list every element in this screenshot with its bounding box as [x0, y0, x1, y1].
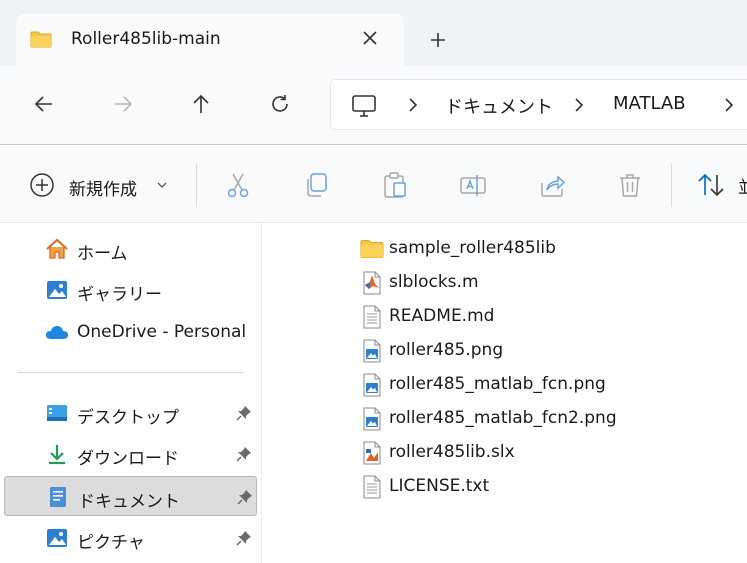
pin-icon[interactable] — [237, 489, 253, 505]
nav-item-label: デスクトップ — [77, 408, 179, 428]
refresh-icon[interactable] — [269, 93, 291, 115]
file-name: README.md — [389, 306, 495, 326]
list-item[interactable]: README.md — [358, 301, 718, 333]
pictures-icon — [47, 529, 67, 547]
pin-icon[interactable] — [236, 446, 252, 462]
tab-title: Roller485lib-main — [71, 29, 221, 49]
file-name: roller485lib.slx — [389, 442, 515, 462]
chevron-right-icon[interactable] — [407, 96, 419, 114]
new-tab-plus-icon[interactable] — [429, 31, 447, 49]
pin-icon[interactable] — [236, 405, 252, 421]
breadcrumb[interactable]: ドキュメント MATLAB — [330, 79, 747, 130]
matlab-file-icon — [363, 271, 381, 295]
nav-divider — [18, 372, 244, 373]
nav-item-label: ホーム — [77, 244, 128, 264]
new-button-label: 新規作成 — [69, 180, 137, 200]
nav-item-home[interactable]: ホーム — [4, 229, 257, 269]
rename-icon[interactable] — [459, 171, 487, 199]
list-item[interactable]: slblocks.m — [358, 267, 718, 299]
forward-arrow-icon[interactable] — [112, 93, 134, 115]
list-item[interactable]: sample_roller485lib — [358, 233, 718, 265]
chevron-right-icon[interactable] — [723, 96, 735, 114]
nav-item-label: ドキュメント — [78, 492, 180, 512]
this-pc-icon[interactable] — [351, 94, 377, 118]
file-name: LICENSE.txt — [389, 476, 490, 496]
list-item[interactable]: roller485_matlab_fcn2.png — [358, 403, 718, 435]
file-list: sample_roller485lib slblocks.m README.md… — [262, 223, 747, 563]
image-file-icon — [363, 407, 381, 431]
trash-icon[interactable] — [616, 171, 644, 199]
desktop-icon — [47, 405, 67, 421]
breadcrumb-item-documents[interactable]: ドキュメント — [445, 93, 553, 119]
file-name: roller485_matlab_fcn.png — [389, 374, 606, 394]
folder-icon — [360, 240, 384, 258]
nav-item-label: OneDrive - Personal — [77, 322, 247, 342]
command-bar: 新規作成 並 — [0, 145, 747, 223]
tab-strip: Roller485lib-main — [0, 0, 747, 66]
nav-item-gallery[interactable]: ギャラリー — [4, 270, 257, 310]
list-item[interactable]: LICENSE.txt — [358, 471, 718, 503]
copy-icon[interactable] — [303, 171, 331, 199]
new-button[interactable]: 新規作成 — [22, 165, 177, 205]
nav-item-label: ダウンロード — [77, 449, 179, 469]
sort-arrows-icon[interactable] — [696, 171, 726, 199]
file-name: roller485_matlab_fcn2.png — [389, 408, 617, 428]
up-arrow-icon[interactable] — [190, 93, 212, 115]
file-name: sample_roller485lib — [389, 238, 556, 258]
share-icon[interactable] — [538, 171, 566, 199]
folder-icon — [30, 31, 52, 48]
file-name: slblocks.m — [389, 272, 479, 292]
navigation-pane: ホーム ギャラリー OneDrive - Personal デスクトップ ダウン… — [0, 223, 262, 563]
list-item[interactable]: roller485_matlab_fcn.png — [358, 369, 718, 401]
close-icon[interactable] — [361, 29, 379, 47]
image-file-icon — [363, 339, 381, 363]
download-icon — [49, 445, 65, 465]
list-item[interactable]: roller485.png — [358, 335, 718, 367]
nav-item-desktop[interactable]: デスクトップ — [4, 393, 257, 433]
nav-item-downloads[interactable]: ダウンロード — [4, 434, 257, 474]
chevron-down-icon — [157, 182, 167, 188]
documents-icon — [50, 487, 66, 507]
pin-icon[interactable] — [236, 530, 252, 546]
nav-item-label: ピクチャ — [77, 533, 145, 553]
file-name: roller485.png — [389, 340, 504, 360]
nav-item-documents[interactable]: ドキュメント — [4, 476, 257, 516]
add-circle-icon — [30, 173, 54, 197]
toolbar-separator — [196, 163, 197, 207]
breadcrumb-item-matlab[interactable]: MATLAB — [613, 93, 686, 114]
paste-icon[interactable] — [381, 171, 409, 199]
toolbar-separator — [671, 163, 672, 207]
text-file-icon — [363, 475, 381, 499]
nav-item-onedrive[interactable]: OneDrive - Personal — [4, 312, 257, 352]
chevron-right-icon[interactable] — [573, 96, 585, 114]
nav-item-label: ギャラリー — [77, 285, 162, 305]
onedrive-cloud-icon — [46, 326, 68, 339]
cut-icon[interactable] — [224, 171, 252, 199]
image-file-icon — [363, 373, 381, 397]
sort-button-label[interactable]: 並 — [738, 173, 747, 198]
home-icon — [46, 238, 68, 259]
address-row: ドキュメント MATLAB — [0, 66, 747, 144]
tab-roller485lib-main[interactable]: Roller485lib-main — [16, 14, 404, 66]
back-arrow-icon[interactable] — [33, 93, 55, 115]
text-file-icon — [363, 305, 381, 329]
gallery-icon — [47, 281, 67, 299]
list-item[interactable]: roller485lib.slx — [358, 437, 718, 469]
nav-item-pictures[interactable]: ピクチャ — [4, 518, 257, 558]
simulink-file-icon — [363, 441, 381, 465]
